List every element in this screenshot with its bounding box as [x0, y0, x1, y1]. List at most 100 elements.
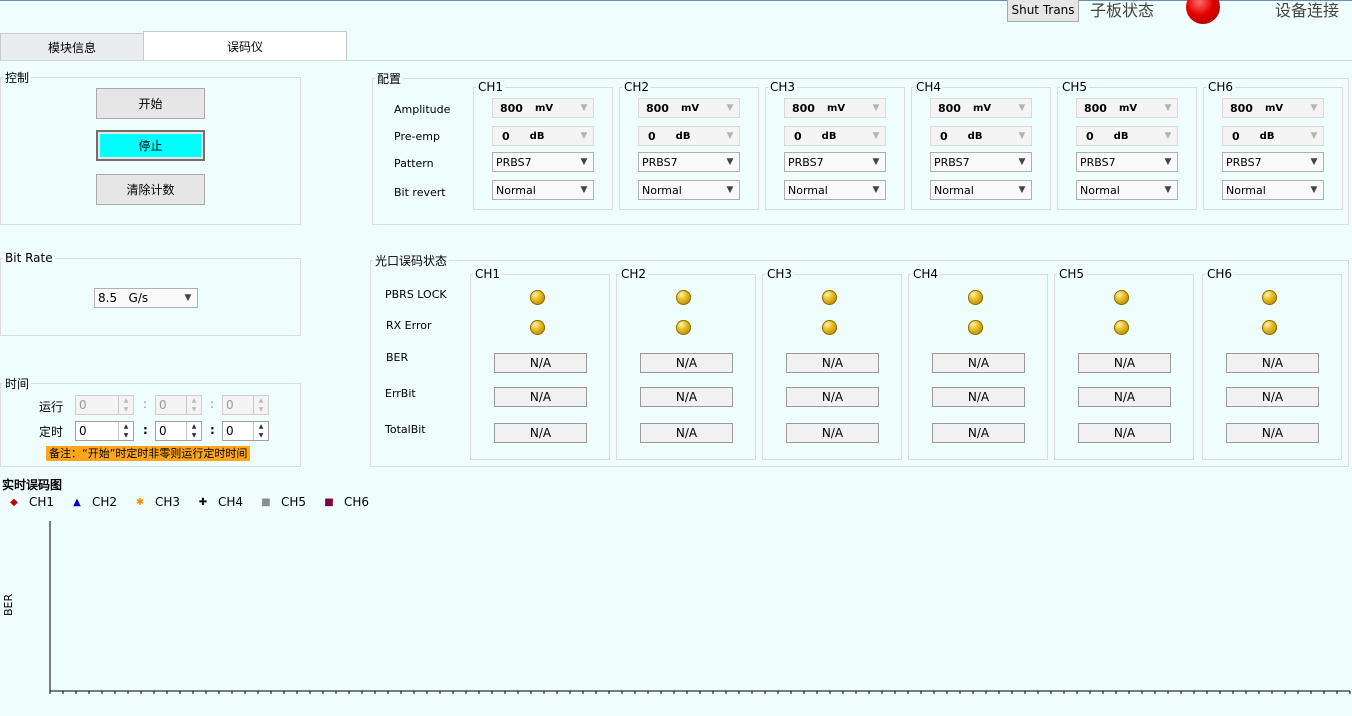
- timer-label: 定时: [39, 425, 64, 439]
- pre-emp-value: 0: [940, 129, 948, 143]
- pattern-select[interactable]: PRBS7 ▼: [930, 152, 1032, 172]
- bit-revert-select[interactable]: Normal ▼: [1076, 180, 1178, 200]
- chevron-down-icon: ▼: [1310, 131, 1318, 141]
- pre-emp-unit: dB: [675, 130, 691, 142]
- amplitude-unit: mV: [1118, 102, 1138, 114]
- tab-bert[interactable]: 误码仪: [143, 31, 347, 61]
- bit-revert-value: Normal: [934, 183, 974, 197]
- time-separator: :: [143, 423, 148, 437]
- config-channel-title: CH1: [478, 80, 504, 94]
- amplitude-value: 800: [1084, 101, 1107, 115]
- time-separator: :: [210, 423, 215, 437]
- start-button[interactable]: 开始: [96, 88, 205, 119]
- rx-error-led-icon: [968, 320, 983, 335]
- chevron-down-icon: ▼: [580, 103, 588, 113]
- bit-revert-select[interactable]: Normal ▼: [930, 180, 1032, 200]
- timer-minutes-value: 0: [159, 424, 167, 438]
- bit-revert-select[interactable]: Normal ▼: [492, 180, 594, 200]
- spin-up-icon[interactable]: ▲: [119, 422, 133, 431]
- errbit-value: N/A: [932, 387, 1025, 407]
- bit-revert-value: Normal: [496, 183, 536, 197]
- ber-label: BER: [386, 351, 409, 364]
- spin-up-icon[interactable]: ▲: [254, 422, 268, 431]
- legend-label: CH3: [155, 495, 181, 509]
- stop-button-label: 停止: [100, 134, 201, 157]
- bit-revert-select[interactable]: Normal ▼: [638, 180, 740, 200]
- errbit-label: ErrBit: [385, 387, 416, 400]
- amplitude-unit: mV: [1264, 102, 1284, 114]
- ber-chart: [49, 521, 1351, 694]
- pattern-select[interactable]: PRBS7 ▼: [1222, 152, 1324, 172]
- ber-value: N/A: [1078, 353, 1171, 373]
- amplitude-select: 800 mV ▼: [784, 98, 886, 118]
- bit-revert-value: Normal: [1080, 183, 1120, 197]
- tab-module-info[interactable]: 模块信息: [0, 33, 144, 60]
- ber-value: N/A: [1226, 353, 1319, 373]
- pattern-select[interactable]: PRBS7 ▼: [784, 152, 886, 172]
- pre-emp-unit: dB: [821, 130, 837, 142]
- legend-marker-icon: ■: [324, 496, 334, 508]
- chart-legend-item: ■ CH5: [261, 495, 306, 509]
- optical-channel-title: CH3: [767, 267, 793, 281]
- bitrate-group-title: Bit Rate: [5, 251, 53, 265]
- prbs-lock-led-icon: [530, 290, 545, 305]
- pattern-select[interactable]: PRBS7 ▼: [638, 152, 740, 172]
- rx-error-label: RX Error: [386, 319, 432, 332]
- config-group-title: 配置: [377, 72, 402, 86]
- chart-title: 实时误码图: [2, 478, 63, 492]
- run-minutes-spinner: 0 ▲ ▼: [155, 395, 202, 415]
- spin-up-icon: ▲: [191, 397, 197, 404]
- chevron-down-icon: ▼: [1018, 157, 1026, 167]
- amplitude-select: 800 mV ▼: [1222, 98, 1324, 118]
- board-status-label: 子板状态: [1090, 1, 1155, 20]
- shut-trans-button[interactable]: Shut Trans: [1007, 0, 1079, 22]
- pattern-value: PRBS7: [642, 155, 678, 169]
- prbs-lock-led-icon: [968, 290, 983, 305]
- amplitude-select: 800 mV ▼: [1076, 98, 1178, 118]
- spin-down-icon[interactable]: ▼: [119, 431, 133, 440]
- totalbit-value: N/A: [640, 423, 733, 443]
- prbs-lock-led-icon: [1114, 290, 1129, 305]
- bit-revert-value: Normal: [788, 183, 828, 197]
- rx-error-led-icon: [822, 320, 837, 335]
- bit-revert-select[interactable]: Normal ▼: [784, 180, 886, 200]
- spin-down-icon[interactable]: ▼: [187, 431, 201, 440]
- chevron-down-icon: ▼: [726, 103, 734, 113]
- chevron-down-icon: ▼: [1018, 103, 1026, 113]
- timer-seconds-spinner[interactable]: 0 ▲ ▼: [222, 421, 269, 441]
- totalbit-value: N/A: [1078, 423, 1171, 443]
- pre-emp-select: 0 dB ▼: [1222, 126, 1324, 146]
- pattern-select[interactable]: PRBS7 ▼: [1076, 152, 1178, 172]
- timer-minutes-spinner[interactable]: 0 ▲ ▼: [155, 421, 202, 441]
- legend-marker-icon: ✚: [198, 496, 208, 508]
- legend-label: CH6: [344, 495, 370, 509]
- chart-legend-item: ✱ CH3: [135, 495, 180, 509]
- chevron-down-icon: ▼: [726, 157, 734, 167]
- legend-marker-icon: ▲: [73, 496, 81, 508]
- spin-down-icon[interactable]: ▼: [254, 431, 268, 440]
- timer-hours-spinner[interactable]: 0 ▲ ▼: [75, 421, 134, 441]
- bitrate-select[interactable]: 8.5 G/s ▼: [94, 288, 198, 308]
- bit-revert-value: Normal: [642, 183, 682, 197]
- bit-revert-select[interactable]: Normal ▼: [1222, 180, 1324, 200]
- stop-button[interactable]: 停止: [96, 130, 205, 161]
- chevron-down-icon: ▼: [580, 131, 588, 141]
- ber-value: N/A: [640, 353, 733, 373]
- spin-down-icon: ▼: [191, 406, 197, 413]
- chevron-down-icon: ▼: [726, 185, 734, 195]
- chevron-down-icon: ▼: [726, 131, 734, 141]
- optical-channel-title: CH5: [1059, 267, 1085, 281]
- chevron-down-icon: ▼: [1310, 157, 1318, 167]
- clear-count-button[interactable]: 清除计数: [96, 174, 205, 205]
- spin-up-icon[interactable]: ▲: [187, 422, 201, 431]
- amplitude-value: 800: [646, 101, 669, 115]
- optical-channel-title: CH6: [1207, 267, 1233, 281]
- amplitude-value: 800: [1230, 101, 1253, 115]
- ber-value: N/A: [932, 353, 1025, 373]
- prbs-lock-label: PBRS LOCK: [385, 288, 447, 301]
- chevron-down-icon: ▼: [872, 157, 880, 167]
- chevron-down-icon: ▼: [184, 293, 192, 303]
- pattern-select[interactable]: PRBS7 ▼: [492, 152, 594, 172]
- amplitude-unit: mV: [680, 102, 700, 114]
- spin-up-icon: ▲: [123, 397, 129, 404]
